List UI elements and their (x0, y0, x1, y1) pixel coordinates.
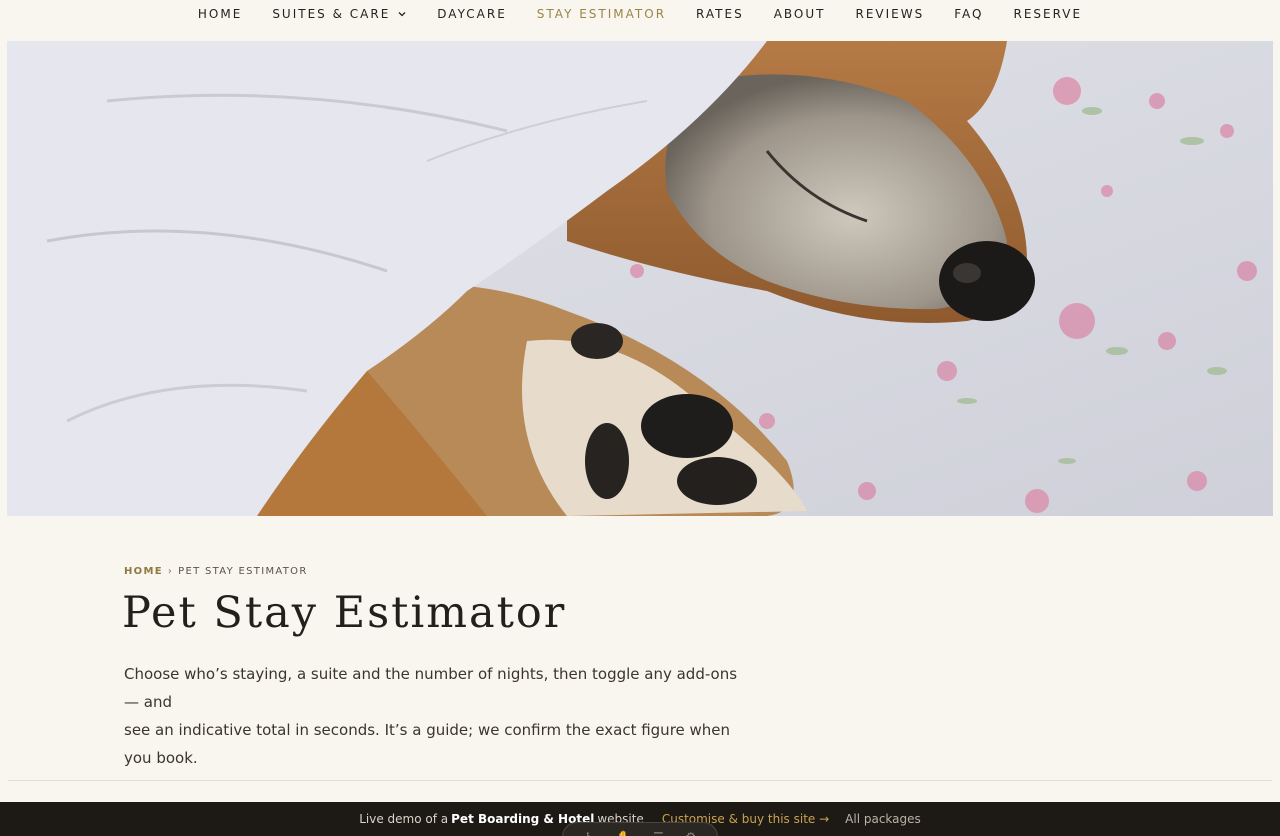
intro-line-1: Choose who’s staying, a suite and the nu… (124, 665, 738, 711)
nav-item-about[interactable]: ABOUT (774, 7, 826, 21)
nav-item-daycare[interactable]: DAYCARE (437, 7, 507, 21)
nav-item-suites-care[interactable]: SUITES & CARE (272, 7, 407, 21)
nav-item-home[interactable]: HOME (198, 7, 242, 21)
demo-banner-prefix: Live demo of a (359, 812, 449, 826)
section-divider (8, 780, 1272, 781)
hero-image (7, 41, 1273, 516)
nav-item-reviews[interactable]: REVIEWS (856, 7, 925, 21)
menu-icon[interactable]: ☰ (653, 830, 664, 836)
floating-dock[interactable]: ♿ ✋ ☰ ⚙ (562, 822, 718, 836)
nav-item-faq[interactable]: FAQ (954, 7, 983, 21)
breadcrumb-current: PET STAY ESTIMATOR (178, 566, 308, 577)
hand-icon[interactable]: ✋ (616, 830, 631, 836)
main-nav: HOME SUITES & CARE DAYCARE STAY ESTIMATO… (0, 0, 1280, 28)
settings-icon[interactable]: ⚙ (685, 830, 696, 836)
all-packages-link[interactable]: All packages (845, 812, 921, 826)
chevron-down-icon (397, 9, 407, 19)
intro-text: Choose who’s staying, a suite and the nu… (124, 660, 744, 772)
page-title: Pet Stay Estimator (122, 588, 567, 638)
breadcrumb-separator: › (167, 566, 174, 577)
nav-item-stay-estimator[interactable]: STAY ESTIMATOR (537, 7, 666, 21)
intro-line-2: see an indicative total in seconds. It’s… (124, 721, 731, 767)
breadcrumb: HOME › PET STAY ESTIMATOR (124, 566, 308, 577)
accessibility-icon[interactable]: ♿ (584, 830, 595, 836)
nav-item-rates[interactable]: RATES (696, 7, 744, 21)
breadcrumb-home-link[interactable]: HOME (124, 566, 163, 577)
nav-item-reserve[interactable]: RESERVE (1013, 7, 1082, 21)
nav-item-label: SUITES & CARE (272, 7, 391, 21)
